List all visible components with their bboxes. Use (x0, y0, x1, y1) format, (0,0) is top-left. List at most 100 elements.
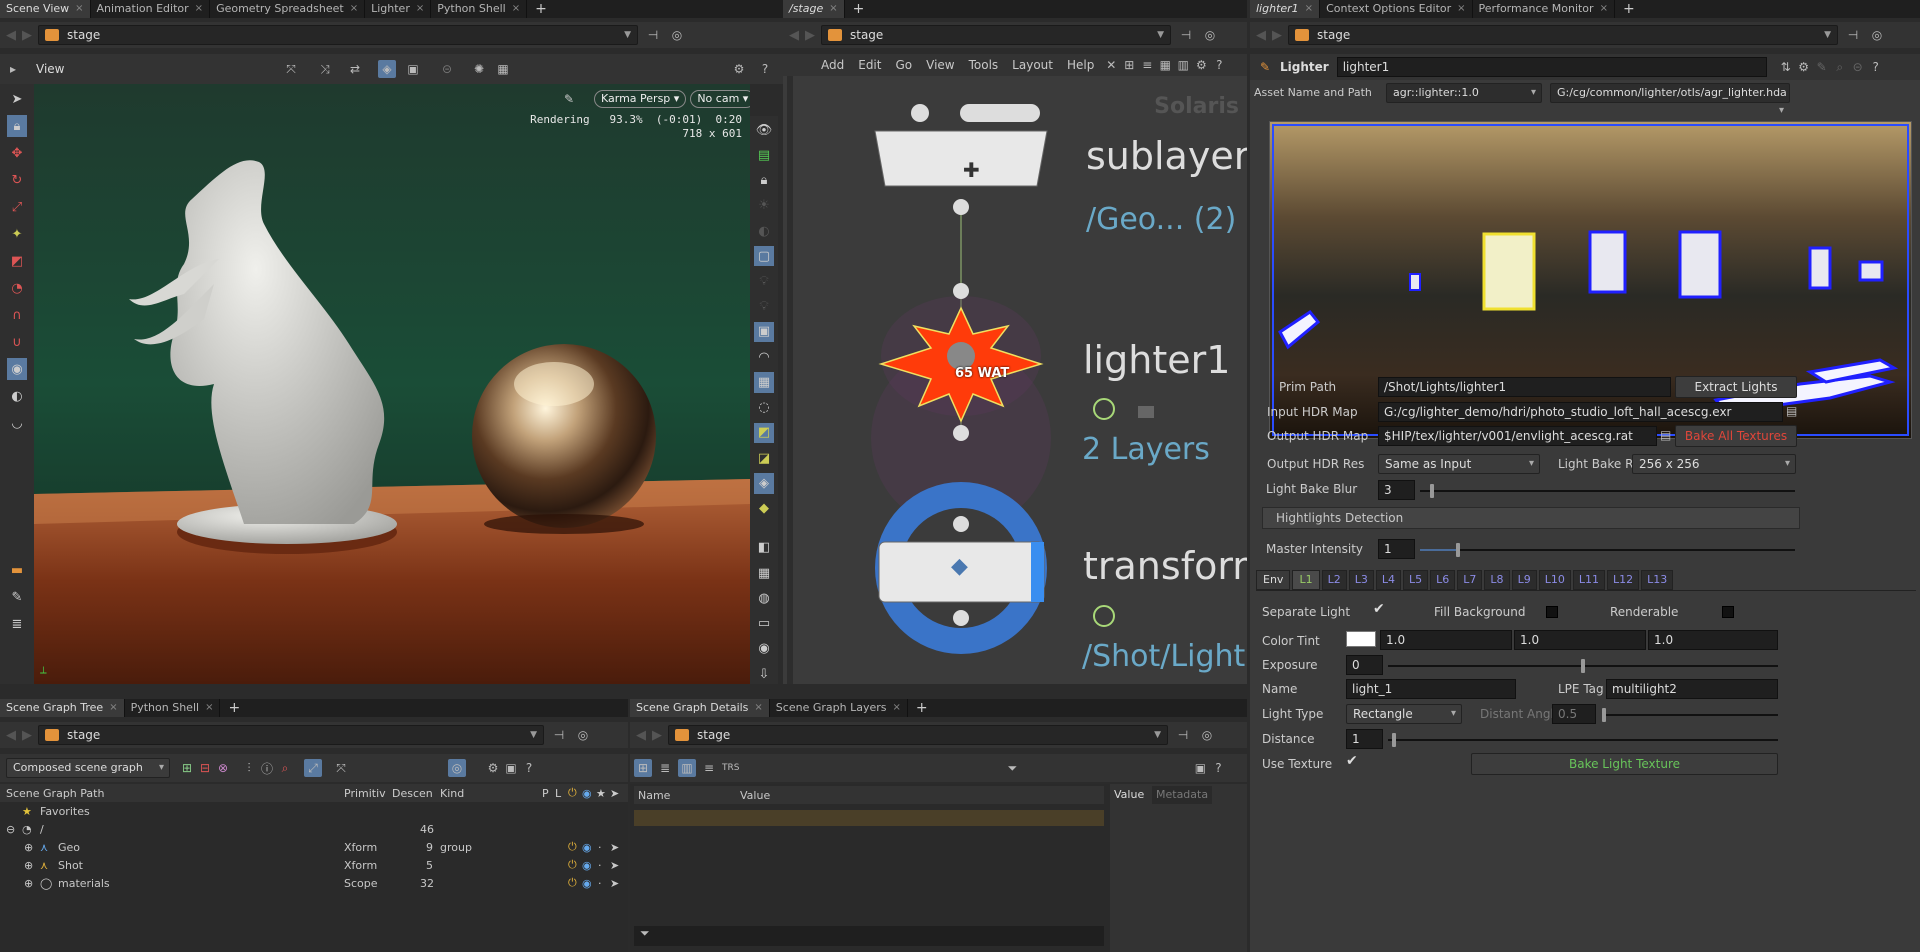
expand-icon[interactable]: ⊕ (24, 841, 33, 854)
details-filter-field[interactable]: ⏷ (634, 926, 1104, 946)
grid-icon[interactable]: ▦ (754, 563, 774, 583)
tab-lighter[interactable]: Lighter × (365, 0, 432, 18)
forward-icon[interactable]: ▶ (805, 28, 815, 43)
render-icon[interactable]: ✺ (470, 60, 488, 78)
gear-icon[interactable]: ⚙ (484, 759, 502, 777)
tab-l12[interactable]: L12 (1606, 570, 1640, 590)
table-row[interactable]: ⊕ ⋏ Shot Xform 5 ⏻ ◉ · ➤ (0, 856, 628, 874)
prim-path-field[interactable]: /Shot/Lights/lighter1 (1378, 377, 1671, 397)
lock-icon[interactable]: 🔒︎ (7, 115, 27, 137)
collection-icon[interactable]: ⊗ (214, 759, 232, 777)
target-icon[interactable]: ◎ (448, 759, 466, 777)
scale-handle-icon[interactable]: ⤢ (7, 196, 27, 218)
close-icon[interactable]: × (205, 699, 213, 717)
path-field[interactable]: stage ▼ (668, 725, 1168, 745)
composed-graph-menu[interactable]: Composed scene graph (6, 758, 170, 778)
view-tool-icon[interactable]: ◉ (7, 358, 27, 380)
menu-tools[interactable]: Tools (969, 58, 999, 72)
close-icon[interactable]: × (754, 699, 762, 717)
path-field[interactable]: stage ▼ (821, 25, 1171, 45)
tab-performance-monitor[interactable]: Performance Monitor × (1473, 0, 1615, 18)
tab-l6[interactable]: L6 (1430, 570, 1456, 590)
move-handle-icon[interactable]: ✥ (7, 142, 27, 164)
bowl-icon[interactable]: ◡ (7, 412, 27, 434)
slider-knob[interactable] (1392, 733, 1396, 747)
help-icon[interactable]: ? (756, 60, 774, 78)
ghost-icon[interactable]: ◠ (754, 347, 774, 367)
snapshot-icon[interactable]: ▭ (754, 613, 774, 633)
rows-view-icon[interactable]: ≡ (700, 759, 718, 777)
menu-view[interactable]: View (926, 58, 954, 72)
eye-icon[interactable]: 👁︎ (754, 120, 774, 140)
back-icon[interactable]: ◀ (1256, 28, 1266, 43)
forward-icon[interactable]: ▶ (1272, 28, 1282, 43)
tab-python-shell-2[interactable]: Python Shell × (125, 699, 221, 717)
rotate-handle-icon[interactable]: ↻ (7, 169, 27, 191)
close-icon[interactable]: × (416, 0, 424, 18)
menu-help[interactable]: Help (1067, 58, 1094, 72)
link-icon[interactable]: ◎ (1201, 26, 1219, 44)
close-icon[interactable]: × (1305, 0, 1313, 18)
col-l[interactable]: L (555, 787, 561, 800)
tab-lighter1[interactable]: lighter1 × (1250, 0, 1321, 18)
find-icon[interactable]: ⌕ (276, 759, 294, 777)
link-icon[interactable]: ◎ (1868, 26, 1886, 44)
file-browse-icon[interactable]: ▤ (1786, 404, 1797, 418)
col-primitive[interactable]: Primitiv (344, 787, 386, 800)
col-kind[interactable]: Kind (440, 787, 464, 800)
node-name-field[interactable]: lighter1 (1336, 57, 1767, 77)
dot-icon[interactable]: · (598, 877, 602, 890)
menu-edit[interactable]: Edit (858, 58, 881, 72)
add-tab-icon[interactable]: + (908, 699, 936, 717)
shadow-display-icon[interactable]: ◐ (754, 221, 774, 241)
close-icon[interactable]: × (512, 0, 520, 18)
color-tint-b-field[interactable]: 1.0 (1648, 630, 1778, 650)
link-icon[interactable]: ◎ (668, 26, 686, 44)
snap-magnet-icon[interactable]: ∪ (7, 331, 27, 353)
path-field[interactable]: stage ▼ (38, 25, 638, 45)
geometry-display-icon[interactable]: ▤ (754, 145, 774, 165)
light-display-icon[interactable]: ☀ (754, 196, 774, 216)
slider-knob[interactable] (1602, 708, 1606, 722)
close-icon[interactable]: × (195, 0, 203, 18)
columns-view-icon[interactable]: ▥ (678, 759, 696, 777)
tab-scene-graph-layers[interactable]: Scene Graph Layers × (770, 699, 908, 717)
select-icon[interactable]: ➤ (610, 841, 619, 854)
help-icon[interactable]: ? (1209, 759, 1227, 777)
pose-tool-icon[interactable]: ✦ (7, 223, 27, 245)
handle-tool-icon[interactable]: ⇄ (346, 60, 364, 78)
path-field[interactable]: stage ▼ (1288, 25, 1838, 45)
select-icon[interactable]: ➤ (610, 877, 619, 890)
slider-knob[interactable] (1456, 543, 1460, 557)
help-icon[interactable]: ? (1210, 56, 1228, 74)
snap-icon[interactable]: ◈ (378, 60, 396, 78)
list-icon[interactable]: ≡ (1138, 56, 1156, 74)
light-tool-icon[interactable]: ◩ (7, 250, 27, 272)
tab-value[interactable]: Value (1114, 788, 1144, 801)
col-path[interactable]: Scene Graph Path (6, 787, 104, 800)
tree-view-icon[interactable]: ⊞ (634, 759, 652, 777)
back-icon[interactable]: ◀ (636, 728, 646, 743)
output-hdr-field[interactable]: $HIP/tex/lighter/v001/envlight_acescg.ra… (1378, 426, 1657, 446)
camera-tool-icon[interactable]: ◔ (7, 277, 27, 299)
master-intensity-field[interactable]: 1 (1378, 539, 1415, 559)
remove-prim-icon[interactable]: ⊟ (196, 759, 214, 777)
visible-icon[interactable]: ◉ (582, 877, 592, 890)
path-field[interactable]: stage ▼ (38, 725, 544, 745)
sublayer-node-name[interactable]: sublayer (1086, 134, 1247, 178)
magnet-icon[interactable]: ∩ (7, 304, 27, 326)
distant-angle-slider[interactable] (1602, 708, 1778, 722)
tab-scene-view[interactable]: Scene View × (0, 0, 91, 18)
tab-l9[interactable]: L9 (1511, 570, 1537, 590)
tab-l4[interactable]: L4 (1375, 570, 1401, 590)
tab-scene-graph-details[interactable]: Scene Graph Details × (630, 699, 770, 717)
blur-slider[interactable] (1420, 484, 1795, 498)
persp-icon[interactable]: ◧ (754, 538, 774, 558)
info-icon[interactable]: ⓘ (258, 759, 276, 777)
dot-icon[interactable]: · (598, 859, 602, 872)
tab-python-shell[interactable]: Python Shell × (431, 0, 528, 18)
back-icon[interactable]: ◀ (6, 728, 16, 743)
filter-icon[interactable]: ⏷ (1003, 759, 1021, 777)
shading-mode-icon[interactable]: ▢ (754, 246, 774, 267)
tab-env[interactable]: Env (1256, 570, 1291, 590)
